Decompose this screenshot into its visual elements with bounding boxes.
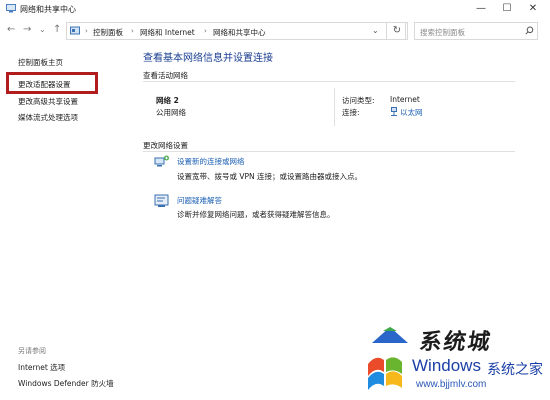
page-title: 查看基本网络信息并设置连接 — [143, 53, 273, 64]
search-icon[interactable] — [525, 26, 534, 35]
highlight-box — [6, 72, 98, 94]
breadcrumb-separator: › — [85, 27, 88, 35]
access-type-value: Internet — [390, 95, 420, 104]
troubleshoot-icon — [154, 194, 169, 207]
refresh-button[interactable]: ↻ — [386, 22, 408, 40]
sidebar-item-advanced-sharing[interactable]: 更改高级共享设置 — [18, 96, 78, 107]
setup-connection-link[interactable]: 设置新的连接或网络 — [177, 156, 245, 167]
close-button[interactable]: ✕ — [520, 0, 546, 18]
maximize-button[interactable]: ☐ — [494, 0, 520, 18]
network-type[interactable]: 公用网络 — [156, 107, 186, 118]
troubleshoot-desc: 诊断并修复网络问题，或者获得疑难解答信息。 — [177, 210, 335, 219]
divider — [143, 151, 515, 152]
watermark-windows-text: Windows — [412, 356, 481, 375]
network-center-icon — [6, 4, 16, 13]
breadcrumb-network-sharing-center[interactable]: 网络和共享中心 — [213, 27, 266, 38]
change-settings-label: 更改网络设置 — [143, 141, 188, 150]
breadcrumb-network-internet[interactable]: 网络和 Internet — [140, 27, 195, 38]
watermark-url: www.bjjmlv.com — [416, 379, 487, 390]
network-name: 网络 2 — [156, 96, 179, 105]
watermark-title: 系统城 — [417, 330, 494, 355]
breadcrumb-separator: › — [204, 27, 207, 35]
minimize-button[interactable]: — — [468, 0, 494, 18]
ethernet-link[interactable]: 以太网 — [400, 107, 423, 118]
recent-locations-dropdown[interactable]: ⌄ — [39, 25, 46, 34]
divider — [143, 81, 515, 82]
ethernet-icon — [391, 107, 397, 116]
search-placeholder: 搜索控制面板 — [420, 28, 465, 37]
see-also-title: 另请参阅 — [18, 347, 46, 355]
active-networks-label: 查看活动网络 — [143, 71, 188, 80]
breadcrumb-control-panel[interactable]: 控制面板 — [93, 27, 123, 38]
setup-connection-desc: 设置宽带、拨号或 VPN 连接；或设置路由器或接入点。 — [177, 172, 363, 181]
window-title: 网络和共享中心 — [20, 5, 76, 14]
back-button[interactable]: ← — [7, 24, 15, 35]
forward-button[interactable]: → — [23, 24, 31, 35]
address-dropdown-icon[interactable]: ⌄ — [372, 26, 379, 35]
see-also-windows-firewall[interactable]: Windows Defender 防火墙 — [18, 378, 114, 389]
access-type-label: 访问类型: — [342, 96, 375, 105]
sidebar-item-media-streaming[interactable]: 媒体流式处理选项 — [18, 112, 78, 123]
connection-label: 连接: — [342, 108, 360, 117]
sidebar-item-control-panel-home[interactable]: 控制面板主页 — [18, 57, 63, 68]
up-button[interactable]: ↑ — [53, 24, 61, 35]
divider — [334, 88, 335, 126]
watermark-cn-text: 系统之家 — [487, 362, 543, 378]
watermark-windows-logo — [368, 357, 402, 390]
troubleshoot-link[interactable]: 问题疑难解答 — [177, 195, 222, 206]
breadcrumb-separator: › — [131, 27, 134, 35]
control-panel-icon — [70, 26, 80, 35]
new-connection-icon — [154, 155, 169, 167]
see-also-internet-options[interactable]: Internet 选项 — [18, 362, 65, 373]
